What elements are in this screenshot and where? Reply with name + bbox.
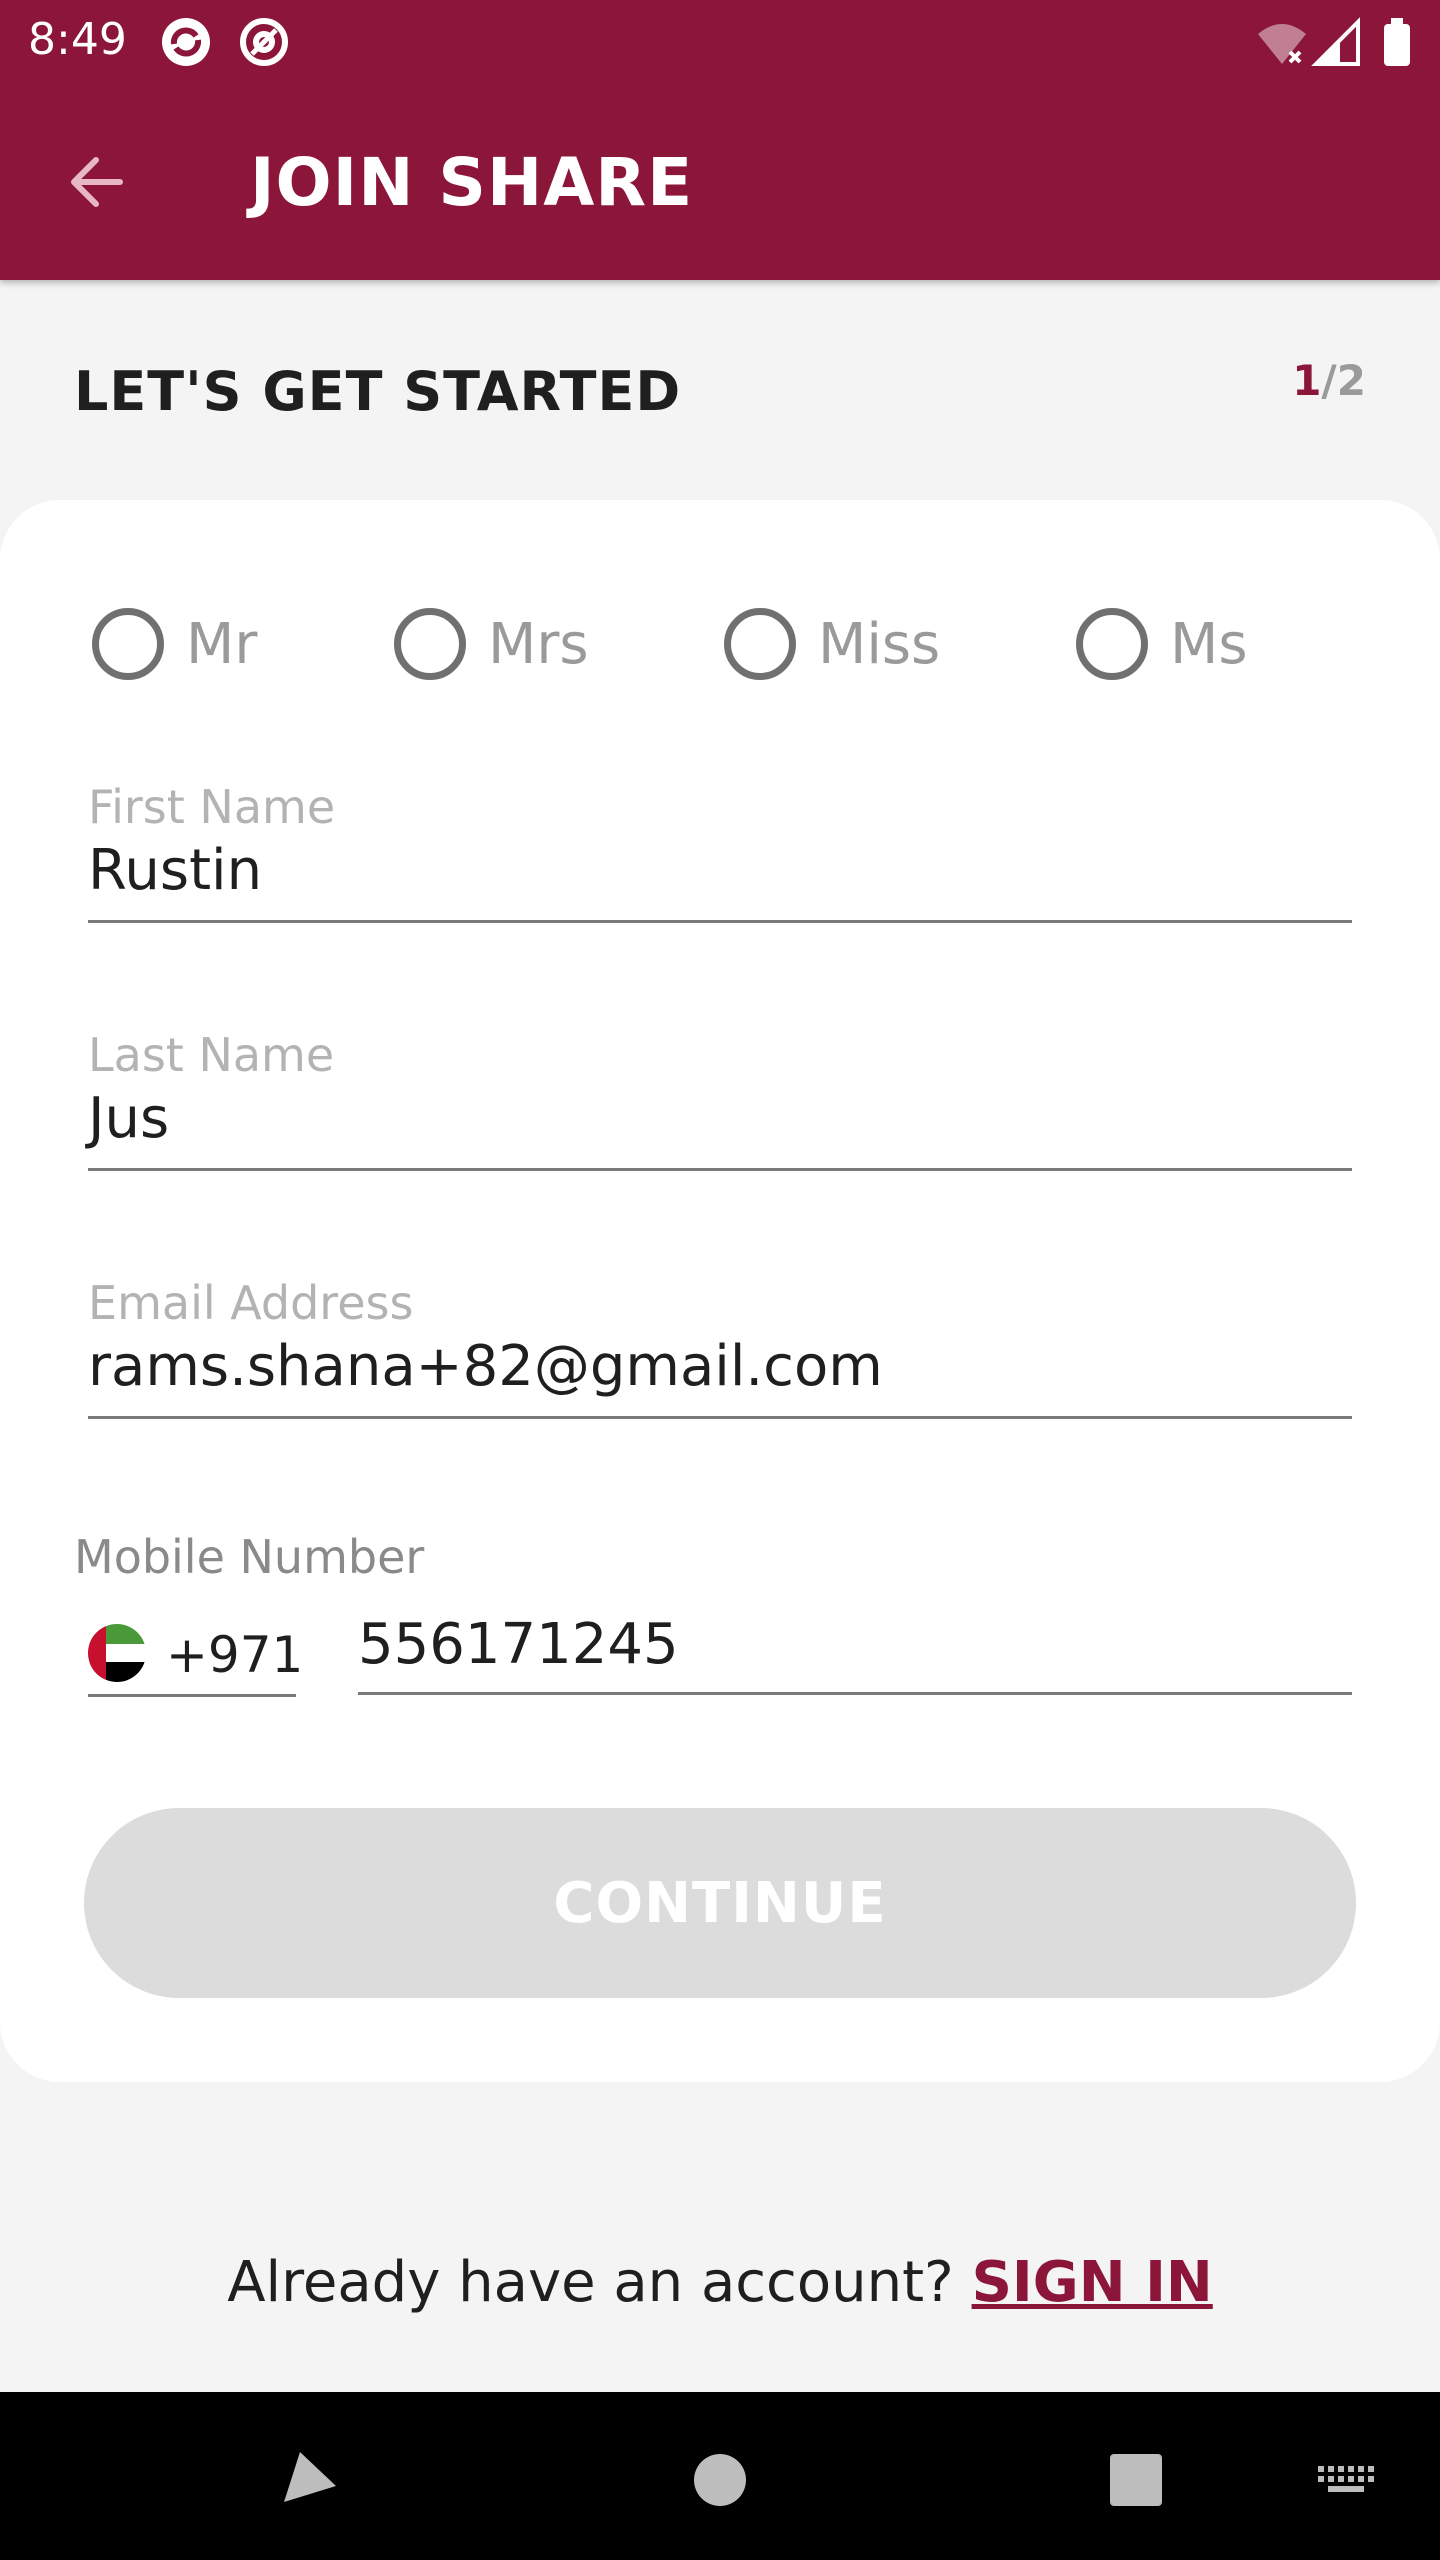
email-label: Email Address	[88, 1276, 414, 1330]
status-time: 8:49	[28, 14, 127, 65]
radio-ms[interactable]: Ms	[1076, 604, 1248, 684]
salutation-radio-group: Mr Mrs Miss Ms	[0, 604, 1440, 684]
radio-circle-icon[interactable]	[1076, 608, 1148, 680]
sign-in-prompt-text: Already have an account?	[227, 2250, 972, 2315]
app-bar-title: JOIN SHARE	[250, 144, 694, 221]
mobile-number-label: Mobile Number	[74, 1530, 425, 1584]
mobile-number-value[interactable]: 556171245	[358, 1612, 679, 1677]
radio-label-mr: Mr	[186, 611, 258, 677]
country-code-underline	[88, 1694, 296, 1697]
radio-circle-icon[interactable]	[724, 608, 796, 680]
radio-miss[interactable]: Miss	[724, 604, 940, 684]
radio-label-miss: Miss	[818, 611, 941, 677]
first-name-label: First Name	[88, 780, 336, 834]
radio-circle-icon[interactable]	[92, 608, 164, 680]
country-code-selector[interactable]: +971	[88, 1620, 303, 1700]
nav-back-icon[interactable]	[264, 2432, 354, 2522]
nav-home-icon[interactable]	[675, 2432, 765, 2522]
uae-flag-icon	[88, 1624, 146, 1682]
mobile-number-input[interactable]: 556171245	[358, 1612, 1352, 1696]
mobile-number-underline	[358, 1692, 1352, 1695]
nav-recents-icon[interactable]	[1090, 2432, 1180, 2522]
sign-in-prompt: Already have an account? SIGN IN	[0, 2250, 1440, 2315]
continue-button[interactable]: CONTINUE	[84, 1808, 1356, 1998]
country-code: +971	[166, 1626, 304, 1684]
first-name-underline	[88, 920, 1352, 923]
step-indicator: 1/2	[1292, 356, 1366, 405]
email-underline	[88, 1416, 1352, 1419]
battery-icon	[1384, 18, 1410, 66]
app-bar: JOIN SHARE	[0, 84, 1440, 280]
status-bar: 8:49	[0, 0, 1440, 84]
last-name-input[interactable]: Jus	[88, 1086, 169, 1151]
last-name-underline	[88, 1168, 1352, 1171]
radio-mrs[interactable]: Mrs	[394, 604, 589, 684]
system-nav-bar	[0, 2392, 1440, 2560]
step-total: /2	[1321, 356, 1366, 405]
wifi-off-icon	[1258, 24, 1306, 64]
radio-label-ms: Ms	[1170, 611, 1248, 677]
radio-circle-icon[interactable]	[394, 608, 466, 680]
back-arrow-icon[interactable]	[60, 146, 132, 218]
radio-mr[interactable]: Mr	[92, 604, 257, 684]
signal-icon	[1311, 17, 1360, 66]
keyboard-icon[interactable]	[1300, 2432, 1390, 2522]
sign-in-link[interactable]: SIGN IN	[972, 2250, 1213, 2315]
first-name-input[interactable]: Rustin	[88, 838, 262, 903]
page-heading: LET'S GET STARTED	[74, 360, 682, 423]
at-sign-icon	[240, 18, 288, 66]
radio-label-mrs: Mrs	[488, 611, 589, 677]
email-input[interactable]: rams.shana+82@gmail.com	[88, 1334, 883, 1399]
last-name-label: Last Name	[88, 1028, 335, 1082]
step-current: 1	[1292, 356, 1322, 405]
app-notification-icon	[162, 18, 210, 66]
